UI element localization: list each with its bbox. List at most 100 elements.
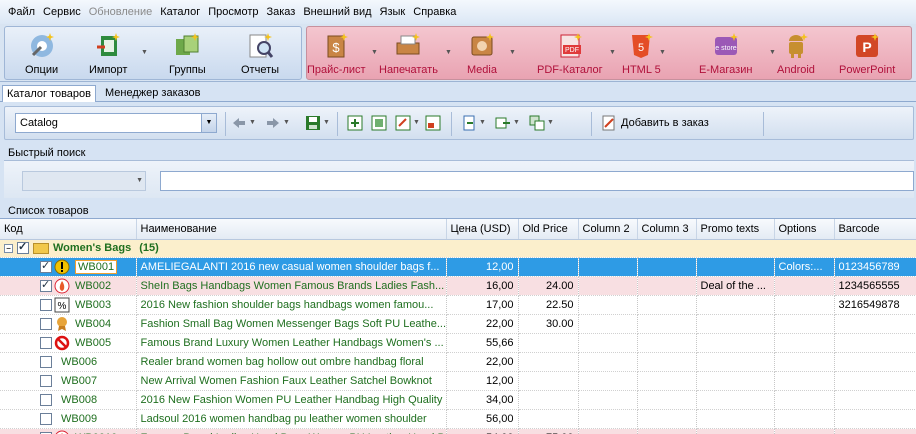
table-row[interactable]: WB007 New Arrival Women Fashion Faux Leat… bbox=[0, 371, 916, 391]
column-header-7[interactable]: Options bbox=[774, 219, 835, 240]
row-checkbox[interactable] bbox=[40, 336, 52, 349]
chevron-down-icon[interactable]: ▼ bbox=[283, 119, 290, 126]
menu-item-3[interactable]: Каталог bbox=[156, 6, 204, 18]
row-checkbox[interactable] bbox=[40, 298, 52, 311]
table-row[interactable]: % WB003 2016 New fashion shoulder bags han… bbox=[0, 295, 916, 315]
chevron-down-icon[interactable]: ▼ bbox=[609, 49, 616, 56]
group-checkbox[interactable] bbox=[17, 240, 29, 255]
table-row[interactable]: WB005 Famous Brand Luxury Women Leather H… bbox=[0, 333, 916, 353]
pdf-button[interactable]: PDF PDF-Каталог bbox=[537, 27, 603, 79]
chevron-down-icon[interactable]: ▼ bbox=[509, 49, 516, 56]
chevron-down-icon[interactable]: ▼ bbox=[323, 119, 330, 126]
table-row[interactable]: WB009 Ladsoul 2016 women handbag pu leath… bbox=[0, 409, 916, 429]
chevron-down-icon[interactable]: ▼ bbox=[659, 49, 666, 56]
cell-price: 54,00 bbox=[446, 428, 519, 434]
row-checkbox[interactable] bbox=[40, 317, 52, 330]
edit-item-icon[interactable] bbox=[371, 115, 387, 131]
column-header-0[interactable]: Код bbox=[0, 219, 137, 240]
html5-button[interactable]: 5 HTML 5 bbox=[622, 27, 661, 79]
table-row[interactable]: WB0010 Famous Brand Ladies Hand Bags Wome… bbox=[0, 428, 916, 434]
copy-item-icon[interactable] bbox=[425, 115, 441, 131]
chevron-down-icon[interactable]: ▼ bbox=[413, 119, 420, 126]
column-header-8[interactable]: Barcode bbox=[834, 219, 916, 240]
cell-options: Colors:... bbox=[774, 257, 835, 277]
tab-catalog[interactable]: Каталог товаров bbox=[2, 85, 96, 102]
groups-button[interactable]: Группы bbox=[169, 27, 206, 79]
menu-item-4[interactable]: Просмотр bbox=[204, 6, 262, 18]
column-header-2[interactable]: Цена (USD) bbox=[446, 219, 519, 240]
column-header-5[interactable]: Column 3 bbox=[637, 219, 697, 240]
column-header-1[interactable]: Наименование bbox=[136, 219, 447, 240]
save-icon[interactable] bbox=[305, 115, 321, 131]
cell-empty bbox=[578, 276, 638, 296]
quick-search-input[interactable] bbox=[160, 171, 914, 191]
catalog-select[interactable]: Catalog ▼ bbox=[15, 113, 217, 133]
row-checkbox[interactable] bbox=[40, 412, 52, 425]
chevron-down-icon[interactable]: ▼ bbox=[371, 49, 378, 56]
column-header-6[interactable]: Promo texts bbox=[696, 219, 775, 240]
cell-name: New Arrival Women Fashion Faux Leather S… bbox=[136, 371, 447, 391]
code-wrapper: WB004 bbox=[0, 315, 132, 333]
cell-promo bbox=[696, 409, 775, 429]
cell-old: 30.00 bbox=[518, 314, 579, 334]
estore-button[interactable]: e store E-Магазин bbox=[699, 27, 752, 79]
cell-old bbox=[518, 371, 579, 391]
row-checkbox[interactable] bbox=[40, 355, 52, 368]
cell-empty bbox=[578, 333, 638, 353]
chevron-down-icon[interactable]: ▼ bbox=[547, 119, 554, 126]
move-item-icon[interactable] bbox=[395, 115, 411, 131]
menu-item-5[interactable]: Заказ bbox=[262, 6, 299, 18]
forward-arrow-icon[interactable] bbox=[265, 115, 281, 131]
chevron-down-icon[interactable]: ▼ bbox=[479, 119, 486, 126]
group-row[interactable]: − Women's Bags (15) bbox=[0, 239, 916, 258]
tab-order-manager[interactable]: Менеджер заказов bbox=[101, 85, 205, 102]
cell-promo bbox=[696, 333, 775, 353]
menu-item-8[interactable]: Справка bbox=[409, 6, 460, 18]
print-button[interactable]: Напечатать bbox=[379, 27, 438, 79]
powerpoint-button[interactable]: P PowerPoint bbox=[839, 27, 895, 79]
chevron-down-icon[interactable]: ▼ bbox=[201, 114, 216, 132]
row-checkbox[interactable] bbox=[40, 259, 52, 273]
add-to-order-button[interactable]: Добавить в заказ bbox=[601, 115, 709, 131]
reports-button[interactable]: Отчеты bbox=[241, 27, 279, 79]
quick-search-field-select[interactable]: ▼ bbox=[22, 171, 146, 191]
menu-item-2[interactable]: Обновление bbox=[85, 6, 157, 18]
cell-old: 75.00 bbox=[518, 428, 579, 434]
column-header-4[interactable]: Column 2 bbox=[578, 219, 638, 240]
back-arrow-icon[interactable] bbox=[231, 115, 247, 131]
price-list-button[interactable]: $ Прайс-лист bbox=[307, 27, 366, 79]
menu-item-0[interactable]: Файл bbox=[4, 6, 39, 18]
add-item-icon[interactable] bbox=[347, 115, 363, 131]
table-row[interactable]: WB006 Realer brand women bag hollow out o… bbox=[0, 352, 916, 372]
chevron-down-icon[interactable]: ▼ bbox=[136, 177, 143, 184]
chevron-down-icon[interactable]: ▼ bbox=[513, 119, 520, 126]
row-checkbox[interactable] bbox=[40, 393, 52, 406]
chevron-down-icon[interactable]: ▼ bbox=[141, 49, 148, 56]
table-row[interactable]: WB004 Fashion Small Bag Women Messenger B… bbox=[0, 314, 916, 334]
cell-price: 22,00 bbox=[446, 314, 519, 334]
collapse-icon[interactable]: − bbox=[4, 243, 13, 253]
menu-item-6[interactable]: Внешний вид bbox=[299, 6, 375, 18]
options-button[interactable]: Опции bbox=[25, 27, 58, 79]
table-row[interactable]: WB001 AMELIEGALANTI 2016 new casual women… bbox=[0, 257, 916, 277]
chevron-down-icon[interactable]: ▼ bbox=[769, 49, 776, 56]
row-checkbox[interactable] bbox=[40, 278, 52, 292]
duplicate-icon[interactable] bbox=[529, 115, 545, 131]
media-button[interactable]: Media bbox=[467, 27, 497, 79]
android-button[interactable]: Android bbox=[777, 27, 815, 79]
table-row[interactable]: WB002 SheIn Bags Handbags Women Famous Br… bbox=[0, 276, 916, 296]
chevron-down-icon[interactable]: ▼ bbox=[249, 119, 256, 126]
column-header-3[interactable]: Old Price bbox=[518, 219, 579, 240]
export-items-icon[interactable] bbox=[495, 115, 511, 131]
table-row[interactable]: WB008 2016 New Fashion Women PU Leather H… bbox=[0, 390, 916, 410]
row-checkbox[interactable] bbox=[40, 374, 52, 387]
import-items-icon[interactable] bbox=[461, 115, 477, 131]
chevron-down-icon[interactable]: ▼ bbox=[445, 49, 452, 56]
ribbon-button-label: PowerPoint bbox=[839, 64, 896, 76]
menu-item-1[interactable]: Сервис bbox=[39, 6, 85, 18]
group-cell: − Women's Bags (15) bbox=[0, 239, 916, 258]
svg-text:$: $ bbox=[333, 40, 341, 55]
import-button[interactable]: Импорт bbox=[89, 27, 127, 79]
ribbon-button-label: HTML 5 bbox=[622, 64, 661, 76]
menu-item-7[interactable]: Язык bbox=[376, 6, 410, 18]
